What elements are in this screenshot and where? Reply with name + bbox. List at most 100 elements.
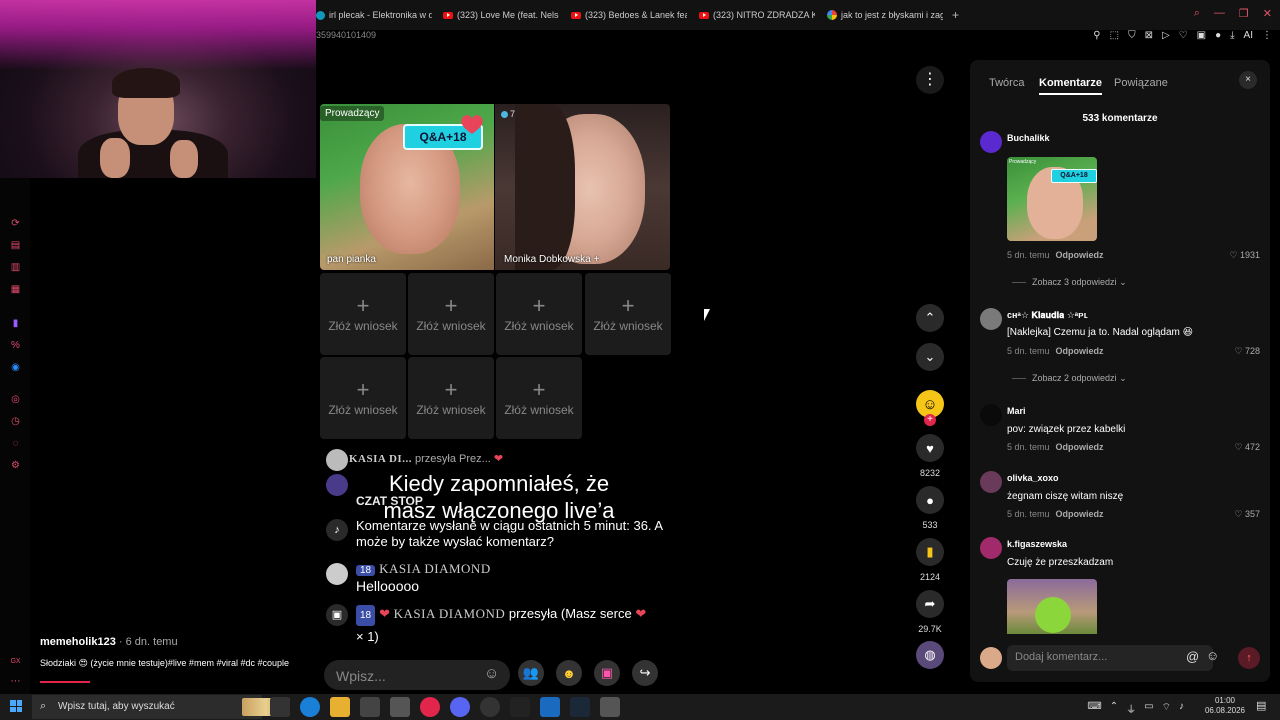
opera-gx-icon[interactable] [420,697,440,717]
percent-icon[interactable]: % [10,340,21,351]
emoji-reaction-icon[interactable]: ☻ [556,660,582,686]
close-icon[interactable]: ✕ [1263,7,1272,20]
guest-name[interactable]: Monika Dobkowska + [504,254,599,265]
comment-input[interactable]: Dodaj komentarz... [1007,645,1213,671]
comment-username[interactable]: ᴄʜᵃ☆ 𝐊𝐥𝐚𝐮𝐝𝐢𝐚 ☆ᵃᴘʟ [1007,310,1088,321]
ai-button[interactable]: AI [1244,30,1253,41]
tray-chevron-icon[interactable]: ⌃ [1110,701,1118,716]
guest-video-tile[interactable] [495,104,670,270]
comments-button[interactable]: ● [916,486,944,514]
obs-icon[interactable] [480,697,500,717]
request-slot[interactable]: + Złóż wniosek [408,273,494,355]
chat-input[interactable]: Wpisz... [324,660,510,690]
taskbar-search[interactable]: ⌕ Wpisz tutaj, aby wyszukać [32,695,290,719]
cart-icon[interactable]: ▤ [10,240,21,251]
calculator-icon[interactable] [600,697,620,717]
store-icon[interactable] [360,697,380,717]
view-replies-button[interactable]: Zobacz 3 odpowiedzi ⌄ [1012,277,1127,288]
share-button[interactable]: ➦ [916,590,944,618]
search-icon[interactable]: ⌕ [1194,7,1200,20]
video-progress-bar[interactable] [40,681,90,683]
request-slot[interactable]: + Złóż wniosek [496,273,582,355]
profile-icon[interactable]: ● [1215,30,1221,41]
mail-icon[interactable] [390,697,410,717]
browser-tab[interactable]: (323) Bedoes & Lanek feat. [571,7,687,23]
tab-comments[interactable]: Komentarze [1039,77,1102,95]
settings-icon[interactable]: ⚙ [10,460,21,471]
like-button[interactable]: ♥ [916,434,944,462]
comment-avatar[interactable] [980,471,1002,493]
comment-avatar[interactable] [980,308,1002,330]
notifications-icon[interactable]: ▤ [1256,699,1270,713]
comment-likes[interactable]: ♡ 472 [1210,442,1260,453]
mail-icon[interactable]: ▦ [10,284,21,295]
request-slot[interactable]: + Złóż wniosek [496,357,582,439]
request-slot[interactable]: + Złóż wniosek [320,357,406,439]
keyboard-icon[interactable]: ⌨ [1087,701,1101,716]
comment-likes[interactable]: ♡ 1931 [1210,250,1260,261]
send-comment-button[interactable]: ↑ [1238,647,1260,669]
request-slot[interactable]: + Złóż wniosek [585,273,671,355]
chat-icon[interactable]: ◌ [10,438,21,449]
browser-tab[interactable]: (323) Love Me (feat. Nelso [443,7,559,23]
discord-icon[interactable] [450,697,470,717]
play-icon[interactable]: ▷ [1162,30,1170,41]
extension-icon[interactable]: ⊠ [1145,30,1153,41]
messenger-icon[interactable]: ◉ [10,362,21,373]
comment-username[interactable]: Buchalikk [1007,133,1050,143]
chat-avatar[interactable] [326,449,348,471]
ticket-icon[interactable]: ▥ [10,262,21,273]
bookmark-button[interactable]: ▮ [916,538,944,566]
download-icon[interactable]: ⤓ [1230,30,1234,41]
follow-plus-icon[interactable]: + [924,414,936,426]
refresh-icon[interactable]: ⟳ [10,218,21,229]
taskbar-clock[interactable]: 01:00 06.08.2026 [1200,696,1250,716]
browser-tab[interactable]: irl plecak - Elektronika w d [316,7,432,23]
steam-icon[interactable] [570,697,590,717]
close-panel-button[interactable]: × [1239,71,1257,89]
comment-likes[interactable]: ♡ 357 [1210,509,1260,520]
wallet-icon[interactable]: ▣ [1197,30,1206,41]
guests-icon[interactable]: 👥 [518,660,544,686]
clock-icon[interactable]: ◷ [10,416,21,427]
windows-start-icon[interactable] [10,700,22,712]
gift-box-icon[interactable]: ▣ [594,660,620,686]
shield-icon[interactable]: ⛉ [1128,30,1136,41]
comment-avatar[interactable] [980,404,1002,426]
browser-tab[interactable]: (323) NITRO ZDRADZA KO [699,7,815,23]
tab-related[interactable]: Powiązane [1114,77,1168,89]
menu-icon[interactable]: ⋮ [1262,30,1272,41]
music-disc-icon[interactable]: ◍ [916,641,944,669]
reply-button[interactable]: Odpowiedz [1056,346,1104,356]
emoji-icon[interactable]: ☺ [484,665,499,682]
pin-icon[interactable]: ⚲ [1093,30,1100,41]
new-tab-button[interactable]: + [952,8,959,22]
mention-icon[interactable]: @ [1186,649,1199,664]
comment-username[interactable]: Mari [1007,406,1026,416]
reply-button[interactable]: Odpowiedz [1056,509,1104,519]
more-icon[interactable]: ⋯ [10,676,21,687]
usb-icon[interactable]: ⏚ [1126,701,1136,716]
previous-video-button[interactable]: ⌃ [916,304,944,332]
comment-username[interactable]: k.figaszewska [1007,539,1067,549]
gx-icon[interactable]: GX [10,656,21,667]
restore-icon[interactable]: ❐ [1239,7,1249,20]
comment-avatar[interactable] [980,131,1002,153]
comment-username[interactable]: olivka_xoxo [1007,473,1059,483]
chat-avatar[interactable] [326,474,348,496]
heart-icon[interactable]: ♡ [1179,30,1188,41]
minimize-icon[interactable]: — [1214,7,1225,20]
browser-tab[interactable]: jak to jest z błyskami i zagr [827,7,943,23]
more-options-button[interactable]: ⋮ [916,66,944,94]
tab-creator[interactable]: Twórca [989,77,1024,89]
comment-likes[interactable]: ♡ 728 [1210,346,1260,357]
app-icon[interactable] [510,697,530,717]
add-guest-icon[interactable]: + [594,254,600,265]
request-slot[interactable]: + Złóż wniosek [320,273,406,355]
comment-avatar[interactable] [980,537,1002,559]
view-replies-button[interactable]: Zobacz 2 odpowiedzi ⌄ [1012,373,1127,384]
app-icon[interactable] [540,697,560,717]
file-explorer-icon[interactable] [330,697,350,717]
request-slot[interactable]: + Złóż wniosek [408,357,494,439]
wifi-icon[interactable]: ⌔ [1162,701,1171,716]
